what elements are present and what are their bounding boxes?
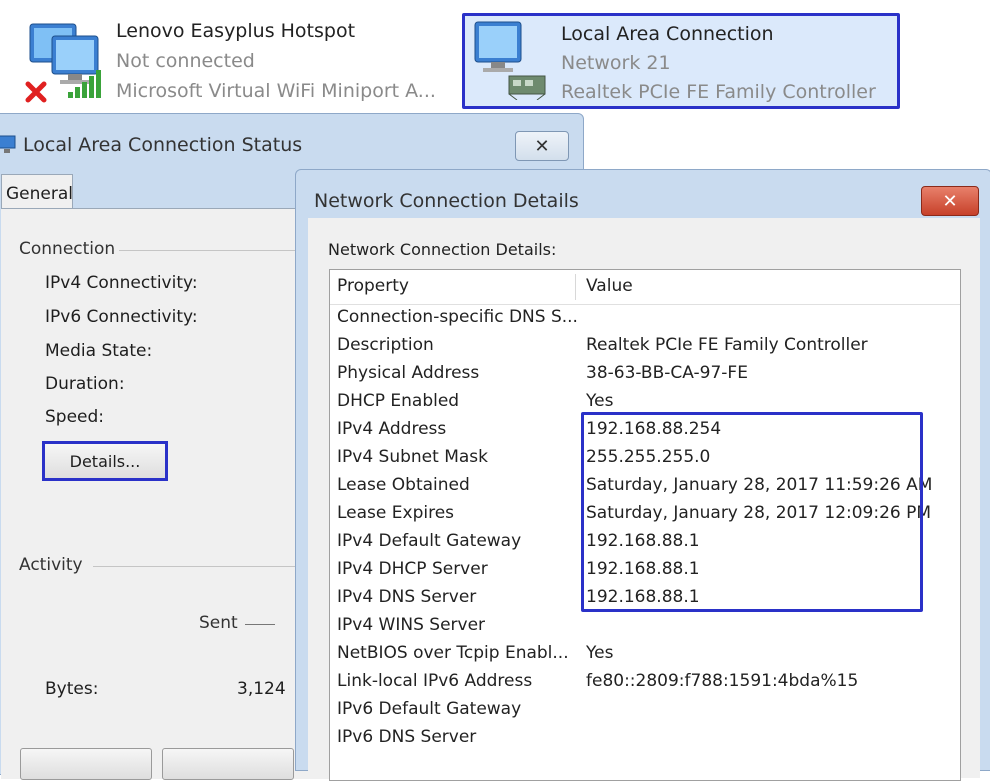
ipv4-connectivity-label: IPv4 Connectivity: xyxy=(45,273,198,293)
property-cell: IPv4 Subnet Mask xyxy=(337,447,488,467)
table-row[interactable]: IPv4 Default Gateway 192.168.88.1 xyxy=(330,529,960,557)
property-cell: IPv4 Default Gateway xyxy=(337,531,522,551)
table-row[interactable]: Description Realtek PCIe FE Family Contro… xyxy=(330,333,960,361)
ipv6-connectivity-label: IPv6 Connectivity: xyxy=(45,307,198,327)
dialog-title: Network Connection Details xyxy=(314,190,579,212)
table-row[interactable]: IPv4 WINS Server xyxy=(330,613,960,641)
network-adapter-icon xyxy=(508,75,546,100)
table-row[interactable]: IPv4 DHCP Server 192.168.88.1 xyxy=(330,557,960,585)
bytes-sent-value: 3,124 xyxy=(237,679,286,699)
speed-label: Speed: xyxy=(45,407,105,427)
duration-label: Duration: xyxy=(45,374,125,394)
connection-name: Local Area Connection xyxy=(561,23,774,45)
value-cell: Yes xyxy=(586,391,614,411)
table-row[interactable]: Link-local IPv6 Address fe80::2809:f788:1… xyxy=(330,669,960,697)
connection-name: Lenovo Easyplus Hotspot xyxy=(116,20,356,42)
value-cell: 255.255.255.0 xyxy=(586,447,711,467)
dialog-body: Network Connection Details: Property Val… xyxy=(308,218,980,781)
bytes-label: Bytes: xyxy=(45,679,99,699)
media-state-label: Media State: xyxy=(45,341,153,361)
details-dialog: Network Connection Details ✕ Network Con… xyxy=(295,169,990,781)
details-caption: Network Connection Details: xyxy=(328,240,557,259)
close-icon: ✕ xyxy=(534,135,550,157)
property-cell: IPv6 Default Gateway xyxy=(337,699,522,719)
column-header-value[interactable]: Value xyxy=(586,276,633,296)
property-cell: IPv4 DNS Server xyxy=(337,587,477,607)
value-cell: Saturday, January 28, 2017 12:09:26 PM xyxy=(586,503,932,523)
connection-adapter: Realtek PCIe FE Family Controller xyxy=(561,81,876,103)
table-row[interactable]: Connection-specific DNS S... xyxy=(330,305,960,333)
network-window-icon xyxy=(0,135,16,153)
disconnected-x-icon xyxy=(25,81,47,103)
sent-label: Sent xyxy=(199,613,238,633)
section-activity-label: Activity xyxy=(19,555,83,575)
value-cell: 192.168.88.1 xyxy=(586,531,700,551)
property-cell: IPv4 WINS Server xyxy=(337,615,486,635)
property-cell: IPv6 DNS Server xyxy=(337,727,477,747)
properties-button[interactable] xyxy=(20,748,152,780)
table-row[interactable]: IPv4 Subnet Mask 255.255.255.0 xyxy=(330,445,960,473)
property-cell: Lease Obtained xyxy=(337,475,470,495)
table-row[interactable]: NetBIOS over Tcpip Enabl... Yes xyxy=(330,641,960,669)
property-cell: NetBIOS over Tcpip Enabl... xyxy=(337,643,569,663)
connection-status: Network 21 xyxy=(561,52,671,74)
close-button[interactable]: ✕ xyxy=(921,186,979,216)
list-header: Property Value xyxy=(330,270,960,305)
connection-adapter: Microsoft Virtual WiFi Miniport A... xyxy=(116,80,436,102)
tab-general[interactable]: General xyxy=(1,174,73,210)
table-row[interactable]: IPv6 Default Gateway xyxy=(330,697,960,725)
property-cell: Connection-specific DNS S... xyxy=(337,307,578,327)
connection-status: Not connected xyxy=(116,50,255,72)
section-connection-label: Connection xyxy=(19,239,116,259)
column-header-property[interactable]: Property xyxy=(337,276,409,296)
table-row[interactable]: IPv6 DNS Server xyxy=(330,725,960,753)
property-cell: IPv4 DHCP Server xyxy=(337,559,488,579)
details-button[interactable]: Details... xyxy=(42,441,168,481)
value-cell: 192.168.88.1 xyxy=(586,559,700,579)
table-row[interactable]: Lease Expires Saturday, January 28, 2017 … xyxy=(330,501,960,529)
disable-button[interactable] xyxy=(162,748,294,780)
property-cell: IPv4 Address xyxy=(337,419,447,439)
value-cell: 38-63-BB-CA-97-FE xyxy=(586,363,748,383)
close-button[interactable]: ✕ xyxy=(515,131,569,161)
table-row[interactable]: IPv4 DNS Server 192.168.88.1 xyxy=(330,585,960,613)
signal-bars-icon xyxy=(68,70,101,98)
close-icon: ✕ xyxy=(942,190,958,212)
details-button-label: Details... xyxy=(69,451,141,471)
details-list[interactable]: Property Value Connection-specific DNS S… xyxy=(329,269,961,781)
value-cell: fe80::2809:f788:1591:4bda%15 xyxy=(586,671,859,691)
property-cell: DHCP Enabled xyxy=(337,391,460,411)
property-cell: Description xyxy=(337,335,434,355)
divider xyxy=(245,624,275,625)
property-cell: Physical Address xyxy=(337,363,480,383)
connection-tile-hotspot[interactable]: Lenovo Easyplus Hotspot Not connected Mi… xyxy=(0,10,455,110)
divider xyxy=(93,566,299,567)
property-cell: Lease Expires xyxy=(337,503,455,523)
divider xyxy=(119,250,299,251)
value-cell: Saturday, January 28, 2017 11:59:26 AM xyxy=(586,475,933,495)
column-divider[interactable] xyxy=(575,274,576,300)
value-cell: Yes xyxy=(586,643,614,663)
table-row[interactable]: Physical Address 38-63-BB-CA-97-FE xyxy=(330,361,960,389)
table-row[interactable]: IPv4 Address 192.168.88.254 xyxy=(330,417,960,445)
value-cell: Realtek PCIe FE Family Controller xyxy=(586,335,868,355)
property-cell: Link-local IPv6 Address xyxy=(337,671,533,691)
connection-tile-lan[interactable]: Local Area Connection Network 21 Realtek… xyxy=(462,13,900,109)
value-cell: 192.168.88.1 xyxy=(586,587,700,607)
window-title: Local Area Connection Status xyxy=(23,134,303,156)
table-row[interactable]: DHCP Enabled Yes xyxy=(330,389,960,417)
table-row[interactable]: Lease Obtained Saturday, January 28, 2017… xyxy=(330,473,960,501)
value-cell: 192.168.88.254 xyxy=(586,419,722,439)
